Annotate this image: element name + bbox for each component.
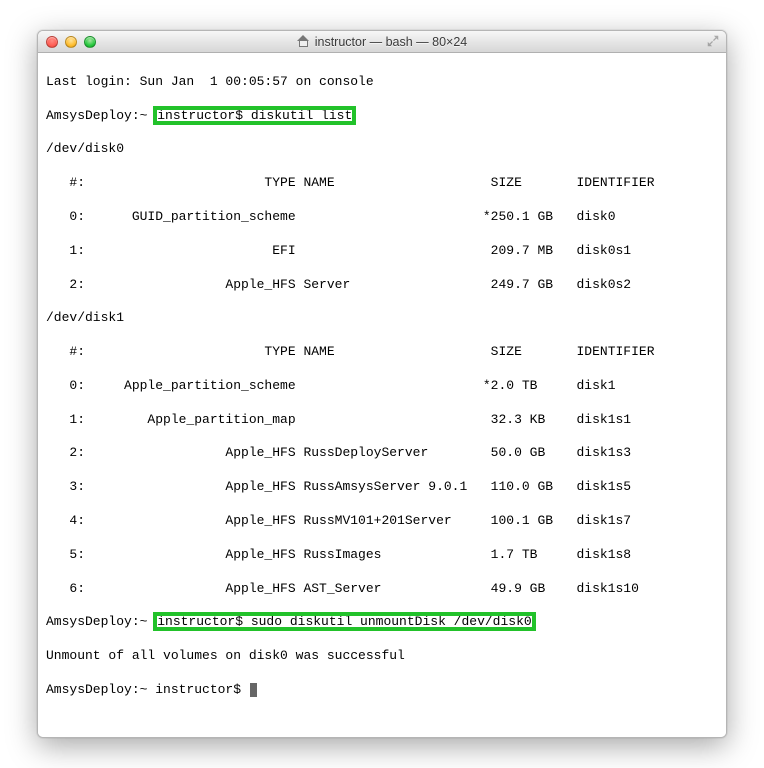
table-row: 1: EFI 209.7 MB disk0s1: [46, 243, 718, 260]
disk0-header: /dev/disk0: [46, 141, 718, 158]
prompt-host: AmsysDeploy:~: [46, 108, 155, 123]
result-line: Unmount of all volumes on disk0 was succ…: [46, 648, 718, 665]
column-header: #: TYPE NAME SIZE IDENTIFIER: [46, 175, 718, 192]
table-row: 2: Apple_HFS RussDeployServer 50.0 GB di…: [46, 445, 718, 462]
table-row: 3: Apple_HFS RussAmsysServer 9.0.1 110.0…: [46, 479, 718, 496]
table-row: 1: Apple_partition_map 32.3 KB disk1s1: [46, 412, 718, 429]
titlebar[interactable]: instructor — bash — 80×24: [38, 31, 726, 53]
highlight-command-2: instructor$ sudo diskutil unmountDisk /d…: [155, 614, 533, 629]
prompt: AmsysDeploy:~ instructor$: [46, 682, 249, 697]
cursor: [250, 683, 258, 697]
traffic-lights: [46, 36, 96, 48]
highlight-command-1: instructor$ diskutil list: [155, 108, 354, 123]
login-line: Last login: Sun Jan 1 00:05:57 on consol…: [46, 74, 718, 91]
prompt-line-1: AmsysDeploy:~ instructor$ diskutil list: [46, 108, 718, 125]
table-row: 4: Apple_HFS RussMV101+201Server 100.1 G…: [46, 513, 718, 530]
prompt-host: AmsysDeploy:~: [46, 614, 155, 629]
disk1-header: /dev/disk1: [46, 310, 718, 327]
close-button[interactable]: [46, 36, 58, 48]
zoom-button[interactable]: [84, 36, 96, 48]
table-row: 5: Apple_HFS RussImages 1.7 TB disk1s8: [46, 547, 718, 564]
window-title: instructor — bash — 80×24: [38, 35, 726, 49]
title-text: instructor — bash — 80×24: [315, 35, 468, 49]
table-row: 2: Apple_HFS Server 249.7 GB disk0s2: [46, 277, 718, 294]
prompt-line-2: AmsysDeploy:~ instructor$ sudo diskutil …: [46, 614, 718, 631]
table-row: 0: GUID_partition_scheme *250.1 GB disk0: [46, 209, 718, 226]
column-header: #: TYPE NAME SIZE IDENTIFIER: [46, 344, 718, 361]
prompt-line-3: AmsysDeploy:~ instructor$: [46, 682, 718, 699]
minimize-button[interactable]: [65, 36, 77, 48]
table-row: 6: Apple_HFS AST_Server 49.9 GB disk1s10: [46, 581, 718, 598]
home-folder-icon: [297, 36, 310, 47]
table-row: 0: Apple_partition_scheme *2.0 TB disk1: [46, 378, 718, 395]
terminal-window: instructor — bash — 80×24 Last login: Su…: [37, 30, 727, 738]
fullscreen-button[interactable]: [706, 34, 720, 48]
terminal-content[interactable]: Last login: Sun Jan 1 00:05:57 on consol…: [38, 53, 726, 737]
